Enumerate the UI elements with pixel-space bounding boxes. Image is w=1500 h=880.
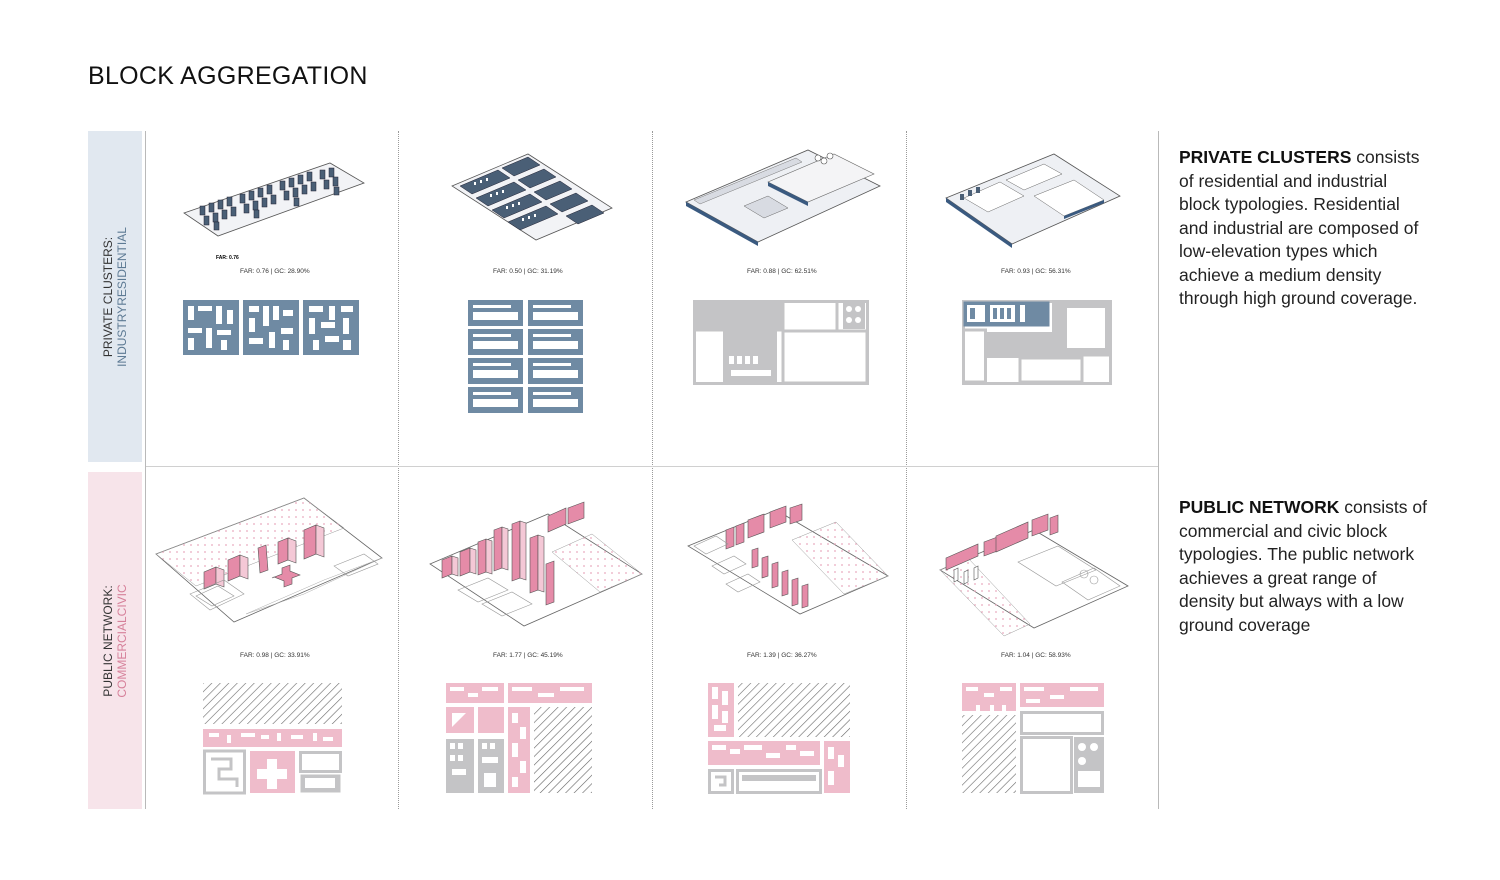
- public-network-description: PUBLIC NETWORK consists of commercial an…: [1179, 496, 1429, 637]
- metrics-caption: FAR: 1.04 | GC: 58.93%: [1001, 652, 1071, 659]
- row-label-public: PUBLIC NETWORK: COMMERCIALCIVIC: [88, 472, 142, 809]
- private-plan-1: [183, 300, 359, 355]
- metrics-caption: FAR: 0.76 | GC: 28.90%: [240, 268, 310, 275]
- grid-divider: [906, 131, 907, 809]
- private-clusters-description: PRIVATE CLUSTERS consists of residential…: [1179, 146, 1429, 311]
- private-clusters-body: consists of residential and industrial b…: [1179, 147, 1420, 308]
- metrics-caption: FAR: 1.77 | GC: 45.19%: [493, 652, 563, 659]
- private-iso-3: [685, 149, 881, 246]
- row-label-private-line1: PRIVATE CLUSTERS:: [101, 236, 115, 357]
- metrics-caption: FAR: 0.88 | GC: 62.51%: [747, 268, 817, 275]
- public-plan-2: [446, 683, 592, 793]
- row-label-public-line2: COMMERCIALCIVIC: [115, 583, 129, 698]
- private-clusters-heading: PRIVATE CLUSTERS: [1179, 147, 1352, 167]
- metrics-caption: FAR: 0.98 | GC: 33.91%: [240, 652, 310, 659]
- private-plan-2: [468, 300, 583, 413]
- private-iso-1: FAR: 0.76: [183, 162, 365, 261]
- public-network-body: consists of commercial and civic block t…: [1179, 497, 1427, 635]
- public-plan-3: [708, 683, 850, 794]
- public-iso-4: [939, 513, 1129, 637]
- private-iso-2: [451, 153, 613, 241]
- public-iso-3: [687, 503, 889, 615]
- private-iso-4: [945, 153, 1121, 248]
- metrics-caption: FAR: 0.50 | GC: 31.19%: [493, 268, 563, 275]
- row-divider: [146, 466, 1158, 467]
- row-label-private: PRIVATE CLUSTERS: INDUSTRYRESIDENTIAL: [88, 131, 142, 462]
- public-iso-1: [155, 497, 383, 623]
- grid-divider: [652, 131, 653, 809]
- private-plan-4: [962, 300, 1112, 385]
- public-network-heading: PUBLIC NETWORK: [1179, 497, 1340, 517]
- public-iso-2: [429, 501, 643, 627]
- svg-text:FAR: 0.76: FAR: 0.76: [216, 255, 239, 261]
- public-plan-1: [203, 683, 342, 795]
- public-plan-4: [962, 683, 1104, 794]
- grid-divider: [145, 131, 146, 809]
- page-title: BLOCK AGGREGATION: [88, 62, 368, 90]
- grid-divider: [398, 131, 399, 809]
- metrics-caption: FAR: 0.93 | GC: 56.31%: [1001, 268, 1071, 275]
- row-label-public-line1: PUBLIC NETWORK:: [101, 584, 115, 697]
- row-label-private-line2: INDUSTRYRESIDENTIAL: [115, 226, 129, 367]
- grid-divider: [1158, 131, 1159, 809]
- private-plan-3: [693, 300, 869, 385]
- metrics-caption: FAR: 1.39 | GC: 36.27%: [747, 652, 817, 659]
